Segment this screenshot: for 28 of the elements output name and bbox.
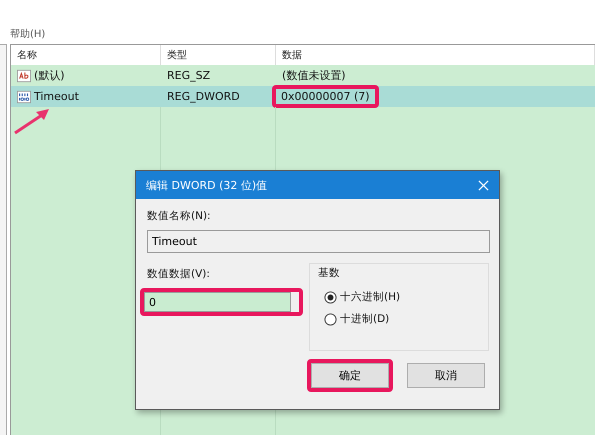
value-type: REG_DWORD: [167, 90, 240, 103]
close-icon[interactable]: [478, 180, 489, 190]
dialog-button[interactable]: 确定: [311, 363, 389, 388]
value-name: (默认): [34, 68, 65, 83]
value-type: REG_SZ: [167, 69, 210, 82]
value-name: Timeout: [34, 90, 79, 103]
dialog-title: 编辑 DWORD (32 位)值: [146, 178, 268, 192]
value-data: 0x00000007 (7): [281, 90, 370, 103]
value-row[interactable]: Timeout REG_DWORD 0x00000007 (7): [11, 86, 595, 107]
string-value-icon: [17, 68, 31, 82]
column-header[interactable]: 名称: [11, 45, 161, 65]
column-header[interactable]: 类型: [161, 45, 276, 65]
field-label: 数值名称(N):: [147, 209, 212, 223]
dialog-button[interactable]: 取消: [407, 363, 485, 388]
menu-item[interactable]: 帮助(H): [10, 27, 46, 41]
value-data-field[interactable]: 0: [144, 292, 291, 312]
radio-button[interactable]: [324, 312, 337, 326]
radio-label[interactable]: 十六进制(H): [340, 290, 400, 304]
binary-value-icon: [17, 90, 31, 104]
value-data: (数值未设置): [282, 68, 346, 83]
field-label: 数值数据(V):: [147, 267, 211, 281]
annotation-arrow: [12, 106, 52, 136]
radio-button[interactable]: [324, 290, 337, 304]
column-header[interactable]: 数据: [276, 45, 595, 65]
radio-label[interactable]: 十进制(D): [340, 312, 390, 326]
group-label: 基数: [318, 266, 341, 280]
value-row[interactable]: (默认) REG_SZ (数值未设置): [11, 65, 595, 86]
value-name-field[interactable]: Timeout: [147, 230, 490, 253]
